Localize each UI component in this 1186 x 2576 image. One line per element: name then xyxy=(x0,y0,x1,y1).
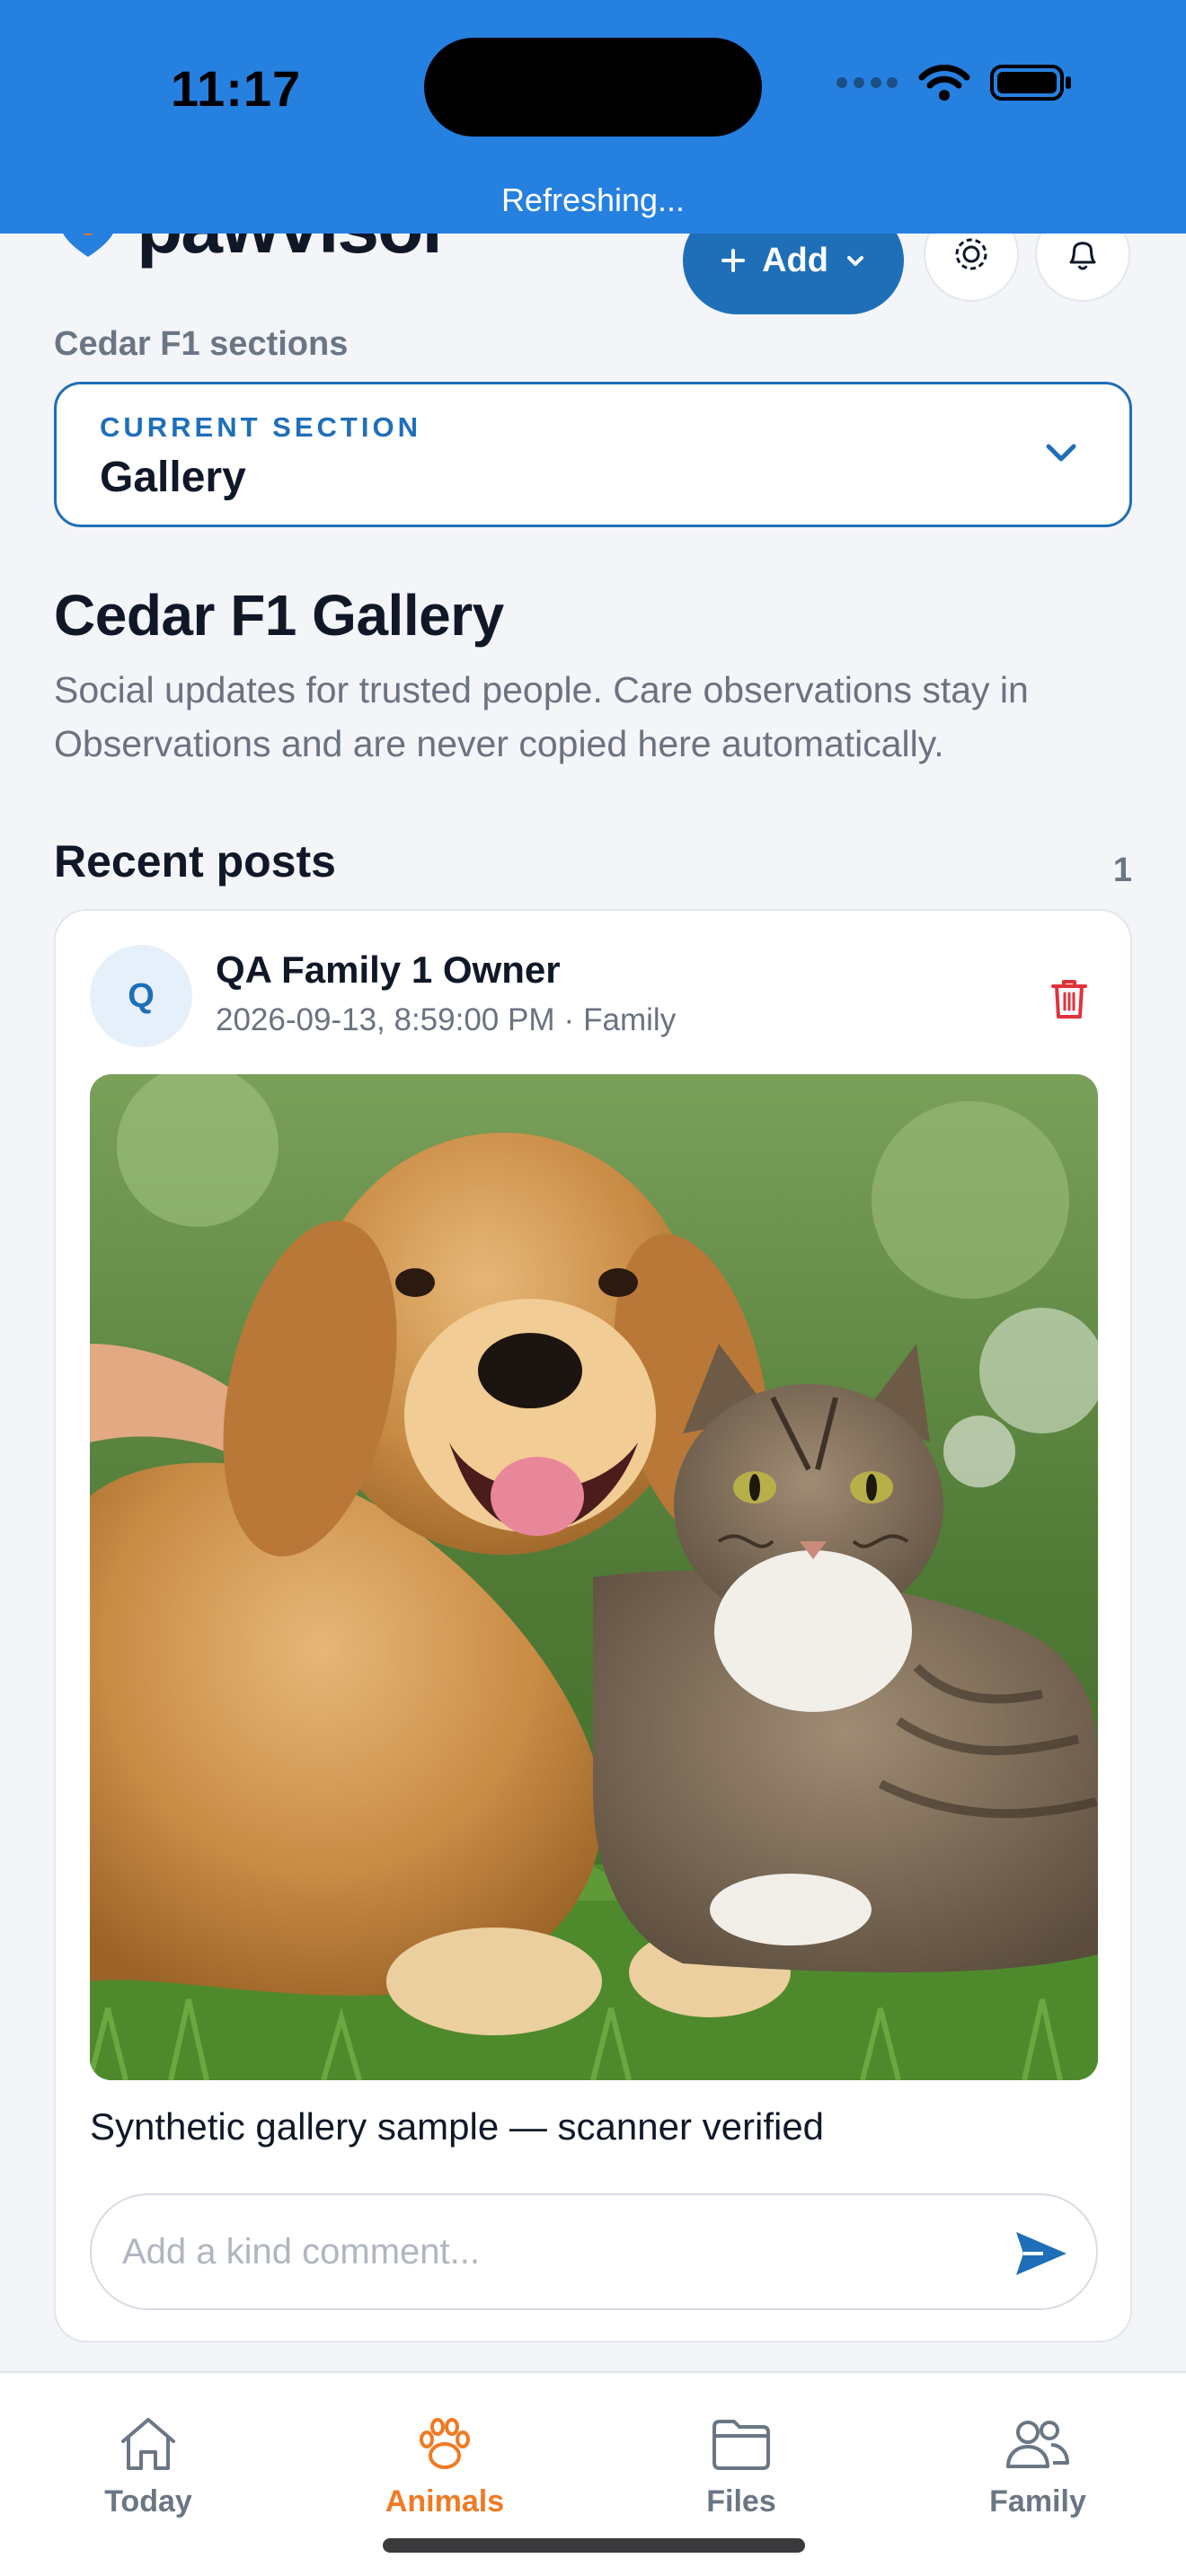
battery-icon xyxy=(990,65,1071,101)
recent-posts-heading: Recent posts xyxy=(54,836,336,887)
wifi-icon xyxy=(918,65,970,101)
post-timestamp: 2026-09-13, 8:59:00 PM xyxy=(216,1002,555,1037)
dynamic-island xyxy=(424,38,762,137)
post-photo[interactable] xyxy=(90,1074,1098,2080)
section-dropdown-label: CURRENT SECTION xyxy=(100,411,421,443)
signal-dots-icon xyxy=(836,77,898,88)
plus-icon xyxy=(721,249,746,272)
delete-post-button[interactable] xyxy=(1042,972,1096,1026)
bell-icon xyxy=(1069,242,1096,270)
page-title: Cedar F1 Gallery xyxy=(54,583,504,648)
status-icons xyxy=(836,63,1073,102)
post-meta: 2026-09-13, 8:59:00 PM · Family xyxy=(216,1002,676,1038)
tab-files[interactable]: Files xyxy=(593,2373,890,2553)
section-caption: Cedar F1 sections xyxy=(54,325,349,363)
post-caption: Synthetic gallery sample — scanner verif… xyxy=(90,2105,825,2148)
meta-separator: · xyxy=(563,1002,575,1037)
comment-input[interactable] xyxy=(122,2195,985,2308)
post-author: QA Family 1 Owner xyxy=(216,948,561,991)
section-dropdown[interactable]: CURRENT SECTION Gallery xyxy=(54,382,1132,527)
recent-posts-count: 1 xyxy=(1112,851,1132,889)
home-icon xyxy=(121,2418,175,2470)
comment-box xyxy=(90,2193,1098,2310)
folder-icon xyxy=(712,2420,770,2470)
trash-icon xyxy=(1051,980,1087,1019)
chevron-down-icon xyxy=(1046,444,1076,462)
send-comment-button[interactable] xyxy=(1012,2224,1071,2283)
tab-label-today: Today xyxy=(104,2484,192,2519)
tab-animals[interactable]: Animals xyxy=(296,2373,593,2553)
refresh-indicator: Refreshing... xyxy=(500,181,686,218)
status-bar: 11:17 Refreshing... xyxy=(0,0,1186,234)
tab-label-animals: Animals xyxy=(385,2484,505,2519)
chevron-down-icon xyxy=(846,256,863,266)
gear-icon xyxy=(955,238,987,270)
status-time: 11:17 xyxy=(171,60,302,117)
dog-and-cat-photo xyxy=(90,1074,1098,2080)
people-icon xyxy=(1006,2421,1069,2468)
section-dropdown-value: Gallery xyxy=(100,454,246,501)
tab-today[interactable]: Today xyxy=(0,2373,296,2553)
add-button-label: Add xyxy=(762,241,828,279)
post-card: Q QA Family 1 Owner 2026-09-13, 8:59:00 … xyxy=(54,909,1132,2342)
send-icon xyxy=(1016,2232,1067,2275)
tab-label-files: Files xyxy=(706,2484,776,2519)
page-description: Social updates for trusted people. Care … xyxy=(54,669,1029,764)
paw-icon xyxy=(420,2418,470,2469)
tab-family[interactable]: Family xyxy=(890,2373,1186,2553)
avatar[interactable]: Q xyxy=(90,945,192,1047)
home-indicator xyxy=(383,2538,805,2553)
tab-label-family: Family xyxy=(989,2484,1086,2519)
post-audience: Family xyxy=(583,1002,677,1037)
